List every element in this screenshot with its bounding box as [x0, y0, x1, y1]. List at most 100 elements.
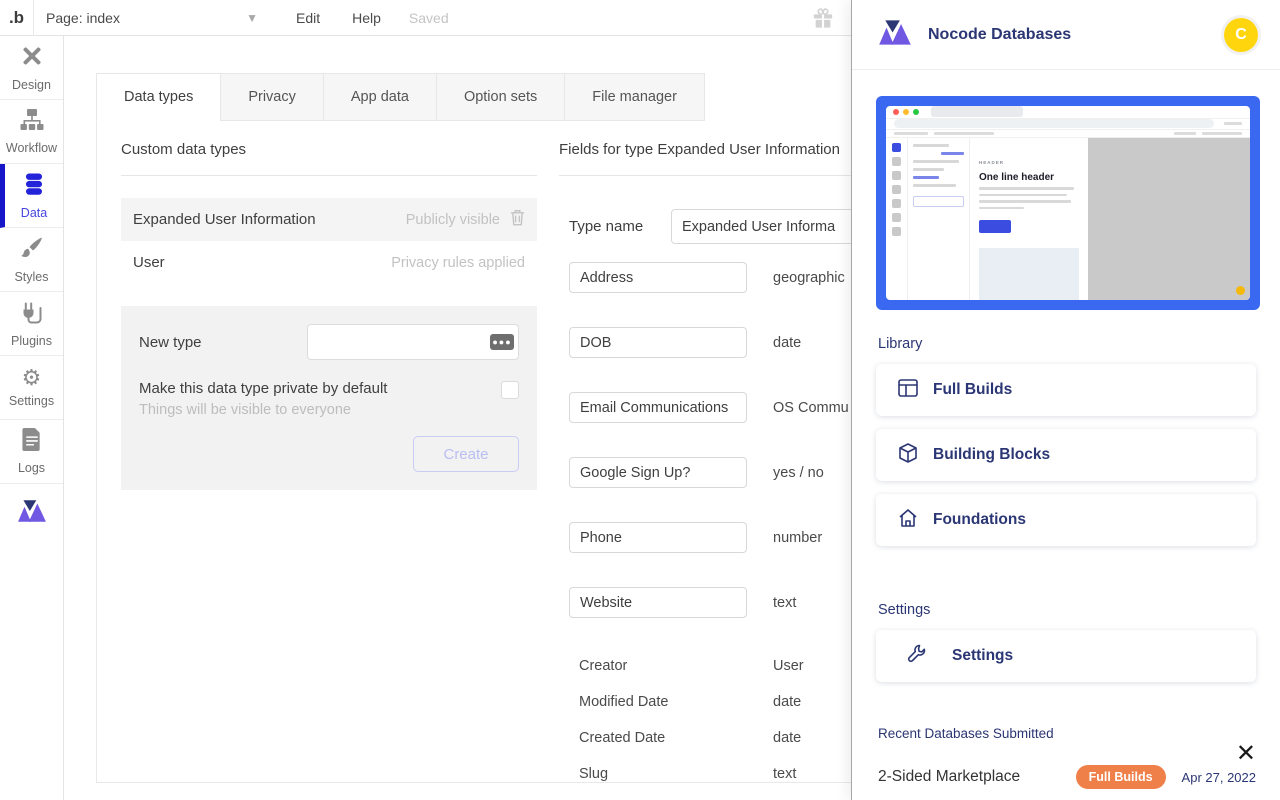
card-label: Building Blocks: [933, 446, 1050, 464]
tab-app-data[interactable]: App data: [323, 73, 437, 121]
plug-icon: [20, 300, 44, 329]
editor-canvas-mini: [1088, 138, 1250, 300]
field-name: Slug: [579, 766, 763, 782]
data-type-name: Expanded User Information: [133, 211, 316, 228]
field-type: User: [773, 658, 804, 674]
avatar[interactable]: C: [1224, 18, 1258, 52]
traffic-light-green: [913, 109, 919, 115]
traffic-light-yellow: [903, 109, 909, 115]
settings-item[interactable]: Settings: [876, 630, 1256, 682]
sidebar-item-styles[interactable]: Styles: [0, 228, 63, 292]
sidebar-item-label: Workflow: [6, 141, 57, 155]
sidebar-item-label: Design: [12, 78, 51, 92]
gift-icon[interactable]: [812, 7, 834, 34]
close-icon[interactable]: ✕: [1236, 742, 1256, 766]
chevron-down-icon: ▼: [246, 11, 258, 25]
page-preview-mini: HEADER One line header: [970, 138, 1088, 300]
field-type: date: [773, 335, 801, 351]
nocode-databases-logo: [17, 499, 47, 528]
recent-database-row[interactable]: 2-Sided Marketplace Full Builds Apr 27, …: [878, 765, 1256, 789]
field-type: number: [773, 530, 822, 546]
template-preview-image[interactable]: HEADER One line header: [876, 96, 1260, 310]
topbar: .b Page: index ▼ Edit Help Saved: [0, 0, 852, 36]
field-name-input[interactable]: [569, 587, 747, 618]
edit-menu[interactable]: Edit: [296, 10, 320, 26]
help-menu[interactable]: Help: [352, 10, 381, 26]
field-type: geographic: [773, 270, 845, 286]
sidebar-item-nocode-databases[interactable]: [0, 484, 63, 542]
browser-titlebar: [886, 106, 1250, 119]
page-selector-dropdown[interactable]: Page: index ▼: [46, 10, 258, 26]
field-type: yes / no: [773, 465, 824, 481]
field-name: Creator: [579, 658, 763, 674]
field-name: Modified Date: [579, 694, 763, 710]
browser-tab: [931, 106, 1023, 117]
sidebar-item-plugins[interactable]: Plugins: [0, 292, 63, 356]
gear-icon: ⚙: [22, 367, 42, 389]
data-type-name: User: [133, 254, 165, 271]
field-name-input[interactable]: [569, 522, 747, 553]
card-label: Full Builds: [933, 381, 1012, 399]
data-type-row[interactable]: Expanded User Information Publicly visib…: [121, 198, 537, 241]
category-badge: Full Builds: [1076, 765, 1166, 789]
preview-button: [979, 220, 1011, 233]
field-type: date: [773, 694, 801, 710]
editor-props-mini: [908, 138, 970, 300]
trash-icon[interactable]: [510, 209, 525, 230]
sidebar-item-label: Settings: [9, 394, 54, 408]
new-type-form: New type ●●● Make this data type private…: [121, 306, 537, 490]
field-name-input[interactable]: [569, 392, 747, 423]
new-type-input[interactable]: [307, 324, 519, 360]
ellipsis-options-icon[interactable]: ●●●: [490, 334, 514, 350]
editor-toolbar-mini: [886, 130, 1250, 138]
library-item-foundations[interactable]: Foundations: [876, 494, 1256, 546]
preview-heading: One line header: [979, 172, 1079, 183]
data-type-visibility: Privacy rules applied: [391, 255, 525, 271]
field-type: text: [773, 766, 796, 782]
cube-icon: [898, 443, 918, 468]
create-type-button[interactable]: Create: [413, 436, 519, 472]
field-type: OS Commu: [773, 400, 849, 416]
traffic-light-red: [893, 109, 899, 115]
database-icon: [22, 172, 46, 201]
card-label: Foundations: [933, 511, 1026, 529]
preview-eyebrow: HEADER: [979, 160, 1079, 165]
settings-section-label: Settings: [878, 602, 1280, 618]
field-type: text: [773, 595, 796, 611]
type-name-input[interactable]: [671, 209, 866, 244]
tab-option-sets[interactable]: Option sets: [436, 73, 565, 121]
tab-file-manager[interactable]: File manager: [564, 73, 705, 121]
recent-databases-label: Recent Databases Submitted: [878, 726, 1280, 741]
sidebar-item-workflow[interactable]: Workflow: [0, 100, 63, 164]
field-name-input[interactable]: [569, 327, 747, 358]
tab-privacy[interactable]: Privacy: [220, 73, 324, 121]
document-icon: [22, 428, 42, 456]
sidebar-item-label: Logs: [18, 461, 45, 475]
panel-title: Nocode Databases: [928, 26, 1071, 44]
tab-data-types[interactable]: Data types: [96, 73, 221, 121]
sidebar-item-label: Data: [21, 206, 47, 220]
library-item-building-blocks[interactable]: Building Blocks: [876, 429, 1256, 481]
sidebar-item-data[interactable]: Data: [0, 164, 63, 228]
field-name-input[interactable]: [569, 262, 747, 293]
card-label: Settings: [952, 647, 1013, 665]
custom-data-types-title: Custom data types: [121, 121, 537, 176]
sidebar-item-design[interactable]: Design: [0, 36, 63, 100]
field-type: date: [773, 730, 801, 746]
private-by-default-checkbox[interactable]: [501, 381, 519, 399]
nocode-databases-panel: Nocode Databases C: [852, 0, 1280, 800]
sidebar-item-label: Styles: [14, 270, 48, 284]
field-name-input[interactable]: [569, 457, 747, 488]
sidebar-item-settings[interactable]: ⚙ Settings: [0, 356, 63, 420]
type-name-label: Type name: [569, 218, 671, 235]
sidebar-item-logs[interactable]: Logs: [0, 420, 63, 484]
panel-header: Nocode Databases C: [852, 0, 1280, 70]
custom-data-types-column: Custom data types Expanded User Informat…: [97, 121, 537, 490]
design-tools-icon: [20, 44, 44, 73]
private-by-default-label: Make this data type private by default: [139, 380, 501, 397]
sidebar-item-label: Plugins: [11, 334, 52, 348]
debug-dot: [1236, 286, 1245, 295]
data-type-row[interactable]: User Privacy rules applied: [121, 241, 537, 284]
database-name: 2-Sided Marketplace: [878, 768, 1076, 786]
library-item-full-builds[interactable]: Full Builds: [876, 364, 1256, 416]
